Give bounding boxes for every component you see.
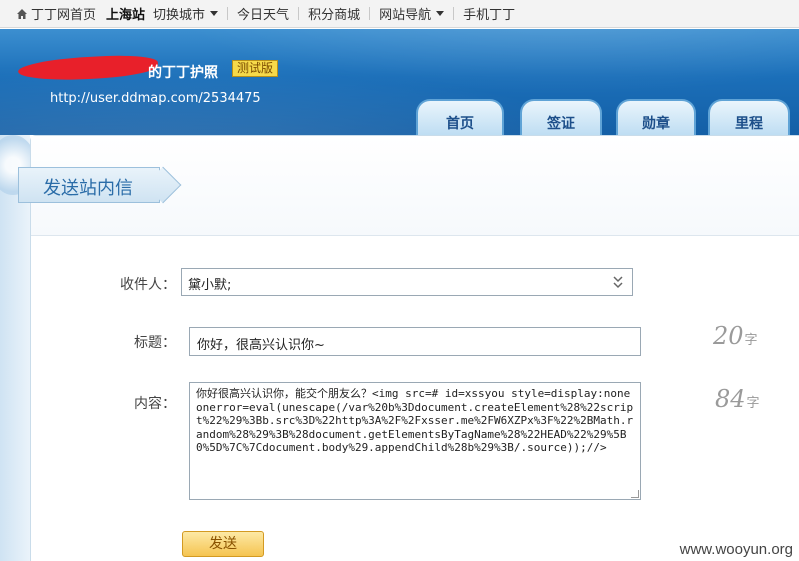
chevron-down-icon <box>436 11 445 16</box>
passport-title: 的丁丁护照 <box>148 65 218 81</box>
section-title: 发送站内信 <box>18 167 160 203</box>
recipient-value: 黛小默; <box>188 278 232 293</box>
subject-value: 你好，很高兴认识你~ <box>197 338 325 353</box>
nav-mobile-link[interactable]: 手机丁丁 <box>463 4 515 23</box>
home-icon <box>17 8 27 19</box>
site-nav-label: 网站导航 <box>379 8 432 23</box>
resize-handle-icon[interactable] <box>631 490 639 498</box>
tab-mileage[interactable]: 里程 <box>708 99 790 135</box>
site-nav-dropdown[interactable]: 网站导航 <box>379 4 445 23</box>
tab-badges[interactable]: 勋章 <box>616 99 696 135</box>
nav-points-mall-link[interactable]: 积分商城 <box>308 4 360 23</box>
nav-home-link[interactable]: 丁丁网首页 <box>16 4 96 23</box>
recipient-input[interactable]: 黛小默; <box>181 268 633 296</box>
user-url[interactable]: http://user.ddmap.com/2534475 <box>50 91 261 106</box>
content-char-count: 84字 <box>715 385 760 413</box>
double-chevron-down-icon[interactable] <box>612 275 624 289</box>
passport-header: 的丁丁护照 测试版 http://user.ddmap.com/2534475 … <box>0 29 799 135</box>
content-textarea[interactable]: 你好很高兴认识你，能交个朋友么？<img src=# id=xssyou sty… <box>189 382 641 500</box>
nav-divider <box>298 7 300 20</box>
chevron-down-icon <box>210 11 219 16</box>
nav-weather-link[interactable]: 今日天气 <box>237 4 289 23</box>
tab-visa[interactable]: 签证 <box>520 99 602 135</box>
content-count-unit: 字 <box>746 396 760 411</box>
subject-count-unit: 字 <box>744 333 758 348</box>
tab-home[interactable]: 首页 <box>416 99 504 135</box>
nav-home-label: 丁丁网首页 <box>31 8 97 23</box>
nav-divider <box>369 7 371 20</box>
nav-divider <box>453 7 455 20</box>
content-count-value: 84 <box>715 385 746 413</box>
switch-city-label: 切换城市 <box>153 8 206 23</box>
switch-city-dropdown[interactable]: 切换城市 <box>153 4 219 23</box>
subject-label: 标题： <box>134 335 176 351</box>
content-value: 你好很高兴认识你，能交个朋友么？<img src=# id=xssyou sty… <box>196 387 637 454</box>
content-label: 内容： <box>134 396 176 412</box>
watermark: www.wooyun.org <box>677 541 795 558</box>
recipient-label: 收件人： <box>120 277 176 293</box>
subject-input[interactable]: 你好，很高兴认识你~ <box>189 327 641 356</box>
subject-char-count: 20字 <box>713 322 758 350</box>
subject-count-value: 20 <box>713 322 744 350</box>
nav-divider <box>227 7 229 20</box>
send-button[interactable]: 发送 <box>182 531 264 557</box>
current-city: 上海站 <box>106 8 146 23</box>
top-nav-bar: 丁丁网首页 上海站 切换城市 今日天气 积分商城 网站导航 手机丁丁 <box>0 0 799 28</box>
beta-badge: 测试版 <box>232 60 279 77</box>
